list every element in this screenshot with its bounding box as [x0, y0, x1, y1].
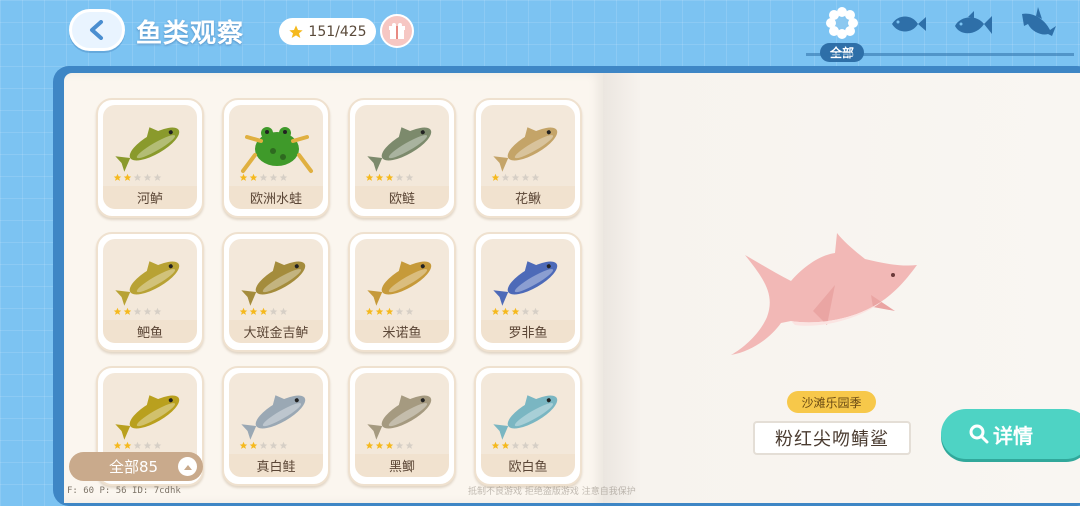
fish-card-label: 花鳅 [481, 186, 575, 209]
fish-icon [367, 127, 432, 172]
detail-label: 详情 [993, 423, 1033, 448]
fish-card[interactable]: 罗非鱼 [474, 232, 582, 352]
gift-icon [389, 23, 405, 39]
rarity-stars [365, 173, 414, 182]
fish-icon [367, 395, 432, 440]
fish-icon [115, 261, 180, 306]
shark-icon [1022, 7, 1056, 37]
fish-card[interactable]: 欧白鱼 [474, 366, 582, 486]
fish-card-image [229, 373, 323, 454]
selected-fish-name: 粉红尖吻鲭鲨 [753, 421, 911, 455]
fish-card-image [229, 105, 323, 186]
fish-card-image [355, 105, 449, 186]
fish-card-label: 河鲈 [103, 186, 197, 209]
fish-icon [115, 395, 180, 440]
fish-card-label: 大斑金吉鲈 [229, 320, 323, 343]
fish-card[interactable]: 鲃鱼 [96, 232, 204, 352]
fish-card-label: 欧白鱼 [481, 454, 575, 477]
small-fish-icon [892, 16, 926, 32]
fish-card[interactable]: 黑鲫 [348, 366, 456, 486]
fish-card[interactable]: 欧鲢 [348, 98, 456, 218]
rarity-stars [239, 173, 288, 182]
fish-card[interactable]: 真白鲑 [222, 366, 330, 486]
season-badge: 沙滩乐园季 [787, 391, 876, 413]
fish-icon [241, 261, 306, 306]
rarity-stars [491, 173, 540, 182]
filter-small-fish[interactable] [888, 12, 928, 36]
fish-card-label: 黑鲫 [355, 454, 449, 477]
back-button[interactable] [69, 9, 125, 51]
chevron-up-icon [178, 457, 197, 476]
fish-card-label: 罗非鱼 [481, 320, 575, 343]
fish-card-label: 欧洲水蛙 [229, 186, 323, 209]
rarity-stars [113, 307, 162, 316]
collection-filter-button[interactable]: 全部85 [69, 452, 203, 481]
rarity-stars [491, 441, 540, 450]
fish-card[interactable]: 大斑金吉鲈 [222, 232, 330, 352]
fish-card-image [103, 373, 197, 454]
search-icon [969, 424, 989, 444]
detail-button[interactable]: 详情 [941, 409, 1080, 459]
fish-icon [367, 261, 432, 306]
watermark: 抵制不良游戏 拒绝盗版游戏 注意自我保护 [468, 487, 636, 497]
fish-card-image [355, 373, 449, 454]
rarity-stars [239, 441, 288, 450]
rarity-stars [365, 307, 414, 316]
fish-icon [241, 395, 306, 440]
gift-button[interactable] [380, 14, 414, 48]
rarity-stars [113, 173, 162, 182]
fish-card-label: 欧鲢 [355, 186, 449, 209]
fish-card-image [229, 239, 323, 320]
fish-card[interactable]: 花鳅 [474, 98, 582, 218]
fish-card-image [103, 239, 197, 320]
fish-card-image [481, 239, 575, 320]
selected-fish-image [731, 233, 917, 355]
filter-shark[interactable] [1018, 4, 1058, 44]
page-title: 鱼类观察 [136, 19, 245, 49]
star-count: 151/425 [308, 23, 367, 40]
medium-fish-icon [955, 11, 992, 34]
fish-card[interactable]: 米诺鱼 [348, 232, 456, 352]
fish-icon [493, 261, 558, 306]
fish-card-label: 鲃鱼 [103, 320, 197, 343]
collection-filter-label: 全部85 [109, 458, 159, 476]
fish-icon [493, 395, 558, 440]
rarity-stars [239, 307, 288, 316]
filter-medium-fish[interactable] [952, 10, 994, 40]
chevron-left-icon [90, 20, 103, 40]
fish-card-image [481, 105, 575, 186]
fish-icon [115, 127, 180, 172]
fish-card[interactable]: 河鲈 [96, 98, 204, 218]
debug-info: F: 60 P: 56 ID: 7cdhk [67, 486, 181, 496]
filter-underline [806, 53, 1074, 56]
frog-icon [241, 127, 313, 173]
rarity-stars [365, 441, 414, 450]
flower-icon [826, 7, 858, 39]
fish-card[interactable]: 欧洲水蛙 [222, 98, 330, 218]
fish-icon [493, 127, 558, 172]
rarity-stars [491, 307, 540, 316]
fish-card-image [355, 239, 449, 320]
rarity-stars [113, 441, 162, 450]
fish-card-label: 米诺鱼 [355, 320, 449, 343]
fish-card-image [481, 373, 575, 454]
star-counter: 151/425 [279, 18, 376, 45]
fish-card-label: 真白鲑 [229, 454, 323, 477]
fish-card-image [103, 105, 197, 186]
star-icon [289, 24, 304, 38]
